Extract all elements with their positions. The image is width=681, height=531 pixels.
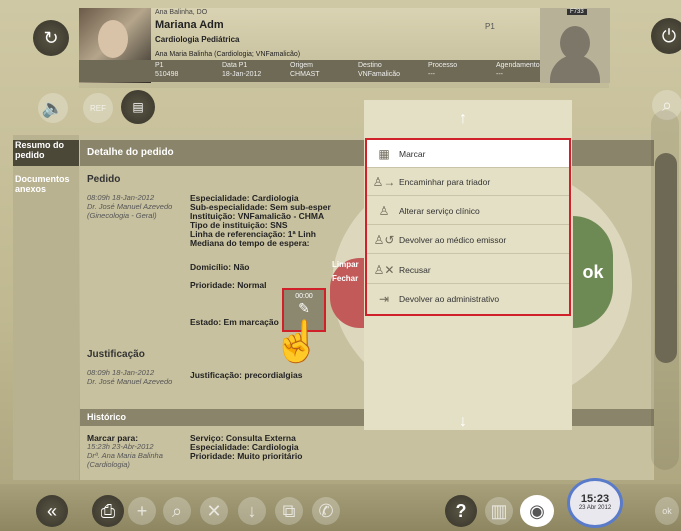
processo-label: Processo [428, 62, 458, 69]
p1-id: 510498 [155, 71, 179, 78]
power-icon: ⏻ [661, 25, 677, 46]
destino-label: Destino [358, 62, 382, 69]
view-button[interactable]: ◉ [520, 495, 554, 527]
nav-resumo-pedido[interactable]: Resumo do pedido [13, 140, 79, 166]
header-code: F733 [567, 9, 587, 15]
fechar-label: Fechar [332, 274, 359, 283]
plus-icon: + [136, 500, 148, 521]
limpar-label: Limpar [332, 260, 359, 269]
back-icon: « [46, 500, 57, 521]
patient-face [98, 20, 128, 58]
historico-prioridade: Prioridade: Muito prioritário [190, 451, 303, 461]
justificacao-text: Justificação: precordialgias [190, 370, 303, 380]
sound-button[interactable]: 🔈 [38, 93, 68, 123]
copy-icon: ⧉ [282, 500, 296, 521]
p1-label: P1 [155, 62, 164, 69]
refresh-button[interactable]: ↻ [33, 20, 69, 56]
eye-icon: ◉ [529, 500, 545, 521]
origem-label: Origem [290, 62, 313, 69]
menu-highlight-box [365, 138, 571, 316]
user-specialty: Cardiologia Pediátrica [155, 35, 240, 44]
header-top-line: Ana Balinha, DO [155, 9, 208, 16]
justificacao-time: 08:09h 18-Jan-2012 [87, 368, 155, 377]
book-button[interactable]: ▥ [485, 497, 513, 525]
back-button[interactable]: « [36, 495, 68, 527]
historico-dept: (Cardiologia) [87, 460, 130, 469]
ref-button[interactable]: REF [83, 93, 113, 123]
menu-down-arrow-icon[interactable]: ↓ [459, 413, 467, 431]
power-button[interactable]: ⏻ [651, 18, 681, 54]
justificacao-title: Justificação [87, 349, 145, 360]
pedido-dept: (Ginecologia - Geral) [87, 211, 157, 220]
clock-widget: 15:23 23 Abr 2012 [567, 478, 623, 528]
right-p1: P1 [485, 22, 495, 31]
mediana-espera: Mediana do tempo de espera: [190, 238, 310, 248]
speaker-icon: 🔈 [41, 97, 65, 118]
zoom-icon: ⌕ [171, 500, 183, 521]
timer-edit-icon: ✎ [298, 300, 310, 316]
bottom-ok-label: ok [662, 506, 672, 516]
add-button[interactable]: + [128, 497, 156, 525]
phone-icon: ✆ [318, 500, 334, 521]
help-icon: ? [455, 500, 467, 521]
pedido-time: 08:09h 18-Jan-2012 [87, 193, 155, 202]
prioridade: Prioridade: Normal [190, 280, 267, 290]
destino-value: VNFamalicão [358, 71, 401, 78]
close-icon: ✕ [206, 500, 222, 521]
clock-date: 23 Abr 2012 [578, 505, 612, 511]
data-value: 18-Jan-2012 [222, 71, 262, 78]
estado: Estado: Em marcação [190, 317, 279, 327]
pedido-doctor: Dr. José Manuel Azevedo [87, 202, 173, 211]
download-button[interactable]: ↓ [238, 497, 266, 525]
copy-button[interactable]: ⧉ [275, 497, 303, 525]
bottom-ok-button[interactable]: ok [655, 497, 679, 525]
agendamento-label: Agendamento [496, 62, 540, 69]
pedido-title: Pedido [87, 174, 121, 185]
scrollbar-thumb[interactable] [655, 153, 677, 363]
menu-up-arrow-icon[interactable]: ↑ [459, 110, 467, 128]
help-button[interactable]: ? [445, 495, 477, 527]
processo-value: --- [428, 71, 435, 78]
historico-time: 15:23h 23-Abr-2012 [87, 442, 154, 451]
nav-documentos-anexos[interactable]: Documentos anexos [13, 174, 79, 200]
agendamento-value: --- [496, 71, 503, 78]
document-icon: ▤ [132, 100, 144, 114]
historico-doctor: Drª. Ana Maria Balinha [87, 451, 163, 460]
ref-icon: REF [90, 103, 106, 113]
print-icon: ⎙ [100, 500, 116, 521]
clock-time: 15:23 [580, 493, 610, 505]
justificacao-doctor: Dr. José Manuel Azevedo [87, 377, 173, 386]
delete-button[interactable]: ✕ [200, 497, 228, 525]
document-button[interactable]: ▤ [121, 90, 155, 124]
data-label: Data P1 [222, 62, 248, 69]
download-icon: ↓ [247, 500, 257, 521]
user-name: Mariana Adm [155, 19, 224, 31]
timer-value: 00:00 [295, 293, 313, 300]
pointer-hand-icon: ☝ [272, 320, 322, 364]
phone-button[interactable]: ✆ [312, 497, 340, 525]
book-icon: ▥ [490, 500, 508, 521]
zoom-button[interactable]: ⌕ [163, 497, 191, 525]
domicilio: Domicílio: Não [190, 262, 250, 272]
origem-value: CHMAST [290, 71, 320, 78]
print-button[interactable]: ⎙ [92, 495, 124, 527]
refresh-icon: ↻ [43, 27, 59, 48]
doctor-line: Ana Maria Balinha (Cardiologia; VNFamali… [155, 51, 301, 58]
